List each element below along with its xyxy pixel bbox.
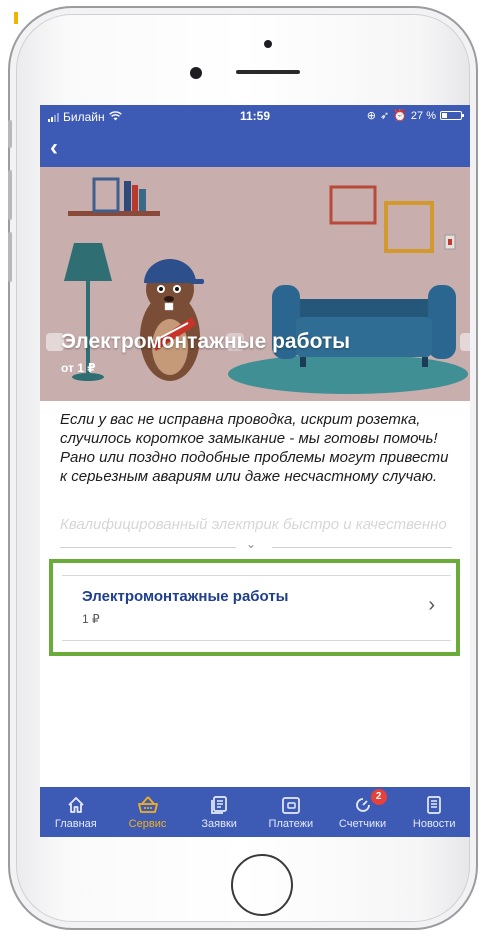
front-camera	[190, 67, 202, 79]
tab-service[interactable]: Сервис	[112, 787, 184, 837]
earpiece-speaker	[236, 70, 300, 74]
news-icon	[424, 795, 444, 815]
hero-banner: Электромонтажные работы от 1 ₽	[40, 167, 470, 401]
back-chevron-icon[interactable]: ‹	[50, 134, 58, 162]
nav-bar: ‹	[40, 130, 470, 167]
service-description: Если у вас не исправна проводка, искрит …	[60, 411, 449, 485]
tab-home[interactable]: Главная	[40, 787, 112, 837]
description-expander[interactable]: ⌄	[60, 537, 452, 554]
tab-label: Платежи	[268, 817, 314, 830]
tab-meters[interactable]: 2 Счетчики	[327, 787, 399, 837]
tab-label: Сервис	[128, 817, 167, 830]
home-icon	[66, 795, 86, 815]
corner-marker	[14, 12, 18, 24]
service-price: 1 ₽	[82, 612, 100, 626]
status-right: ⊕ ➶ ⏰ 27 %	[366, 109, 464, 122]
tab-news[interactable]: Новости	[398, 787, 470, 837]
tab-label: Главная	[54, 817, 97, 830]
tab-requests[interactable]: Заявки	[183, 787, 255, 837]
mute-switch	[8, 120, 12, 148]
alarm-icon: ⏰	[393, 110, 407, 122]
proximity-sensor	[264, 40, 272, 48]
home-button[interactable]	[231, 854, 293, 916]
meter-icon	[353, 795, 373, 815]
wallet-icon	[281, 795, 301, 815]
volume-down-button	[8, 232, 12, 282]
tab-label: Счетчики	[338, 817, 387, 830]
tab-label: Заявки	[201, 817, 237, 830]
expander-line-right	[272, 547, 452, 548]
battery-icon	[440, 111, 464, 120]
chevron-right-icon: ›	[428, 594, 435, 616]
status-bar: Билайн 11:59 ⊕ ➶ ⏰ 27 %	[40, 105, 470, 130]
hero-price: от 1 ₽	[61, 361, 96, 375]
battery-percent: 27 %	[410, 109, 436, 122]
app-screen: Билайн 11:59 ⊕ ➶ ⏰ 27 % ‹ Электромонтажн…	[40, 105, 470, 837]
service-list-item[interactable]: Электромонтажные работы 1 ₽ ›	[62, 575, 451, 641]
service-name: Электромонтажные работы	[82, 588, 289, 605]
location-icon: ➶	[380, 110, 390, 122]
hero-title: Электромонтажные работы	[61, 330, 351, 353]
room-illustration	[40, 167, 470, 401]
bottom-tab-bar: Главная Сервис Заявки Платежи 2 Счетчики…	[40, 787, 470, 837]
expander-line-left	[60, 547, 236, 548]
tab-payments[interactable]: Платежи	[255, 787, 327, 837]
requests-icon	[209, 795, 229, 815]
volume-up-button	[8, 170, 12, 220]
notification-badge: 2	[370, 789, 387, 805]
description-faded-text: Квалифицированный электрик быстро и каче…	[60, 516, 447, 533]
tab-label: Новости	[412, 817, 456, 830]
chevron-down-icon[interactable]: ⌄	[246, 537, 256, 551]
basket-icon	[137, 795, 159, 815]
orientation-lock-icon: ⊕	[366, 110, 376, 122]
